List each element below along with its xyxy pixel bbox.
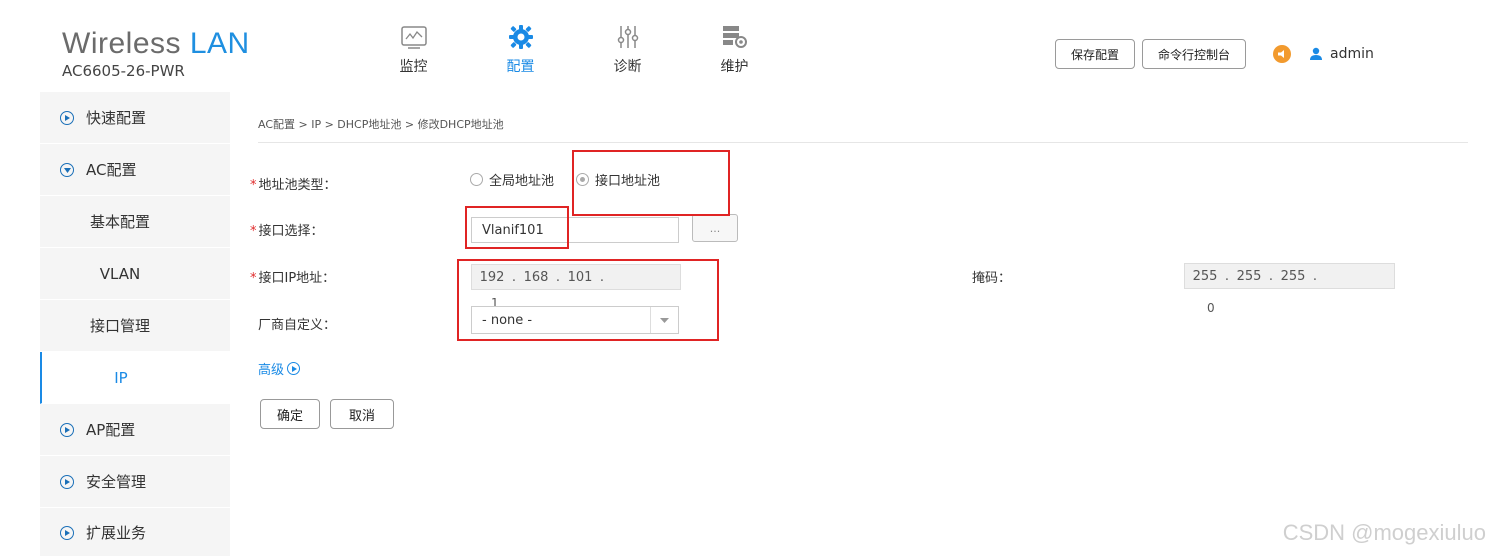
cancel-button[interactable]: 取消 <box>330 399 394 429</box>
main-content: AC配置 > IP > DHCP地址池 > 修改DHCP地址池 * 地址池类型： … <box>230 92 1470 556</box>
sidebar-item-label: 安全管理 <box>86 473 147 491</box>
mask-dot: . <box>1224 268 1230 284</box>
mask-octet-3: 255 <box>1280 268 1306 284</box>
required-mark: * <box>250 271 257 286</box>
brand-title: Wireless LAN <box>62 28 250 60</box>
notification-icon[interactable] <box>1273 45 1292 63</box>
monitor-icon <box>360 22 467 52</box>
sidebar-item-label: 扩展业务 <box>86 524 147 542</box>
interface-label: * 接口选择： <box>250 220 324 239</box>
brand-title-accent: LAN <box>189 27 250 60</box>
nav-monitor-label: 监控 <box>399 59 428 75</box>
radio-button <box>470 173 483 186</box>
watermark: CSDN @mogexiuluo <box>1282 520 1486 545</box>
required-mark: * <box>250 178 257 193</box>
sidebar-item-interface-mgmt[interactable]: 接口管理 <box>40 300 230 352</box>
username: admin <box>1330 46 1374 62</box>
nav-diagnose-label: 诊断 <box>613 59 642 75</box>
advanced-toggle[interactable]: 高级 <box>258 359 301 378</box>
cli-console-button[interactable]: 命令行控制台 <box>1142 39 1247 69</box>
device-model: AC6605-26-PWR <box>62 62 185 80</box>
brand: Wireless LAN AC6605-26-PWR <box>62 28 250 81</box>
nav-config-label: 配置 <box>506 59 535 75</box>
sliders-icon <box>574 22 681 52</box>
sidebar-item-label: 快速配置 <box>86 109 147 127</box>
brand-title-main: Wireless <box>62 27 190 60</box>
ok-button[interactable]: 确定 <box>260 399 320 429</box>
interface-label-text: 接口选择： <box>258 224 324 239</box>
mask-label: 掩码： <box>972 271 1012 286</box>
breadcrumb: AC配置 > IP > DHCP地址池 > 修改DHCP地址池 <box>258 118 504 131</box>
highlight-box-pool-type <box>572 150 730 216</box>
sidebar-item-extension[interactable]: 扩展业务 <box>40 508 230 556</box>
sidebar-item-vlan[interactable]: VLAN <box>40 248 230 300</box>
expand-icon <box>60 110 74 125</box>
expand-icon <box>287 362 301 375</box>
nav-config[interactable]: 配置 <box>467 22 574 76</box>
sidebar-item-label: AP配置 <box>86 421 136 439</box>
advanced-label: 高级 <box>258 363 285 378</box>
user-menu[interactable]: admin <box>1309 46 1374 62</box>
ip-label-text: 接口IP地址： <box>258 271 336 286</box>
sidebar-item-quick-config[interactable]: 快速配置 <box>40 92 230 144</box>
top-header: Wireless LAN AC6605-26-PWR 监控 配置 诊断 维护 保… <box>0 0 1494 92</box>
expand-icon <box>60 422 74 437</box>
mask-octet-4: 0 <box>1207 301 1215 315</box>
nav-monitor[interactable]: 监控 <box>360 22 467 76</box>
sidebar-item-security[interactable]: 安全管理 <box>40 456 230 508</box>
radio-global-pool-label: 全局地址池 <box>489 174 555 189</box>
highlight-box-interface <box>465 206 569 249</box>
nav-maintain[interactable]: 维护 <box>681 22 788 76</box>
sidebar-item-ap-config[interactable]: AP配置 <box>40 404 230 456</box>
divider <box>258 142 1468 143</box>
maintenance-icon <box>681 22 788 52</box>
ip-label: * 接口IP地址： <box>250 267 335 286</box>
nav-maintain-label: 维护 <box>720 59 749 75</box>
save-config-button[interactable]: 保存配置 <box>1055 39 1136 69</box>
header-actions: 保存配置 命令行控制台 admin <box>1055 39 1374 69</box>
expand-icon <box>60 525 74 540</box>
sidebar-item-label: AC配置 <box>86 161 137 179</box>
user-icon <box>1310 47 1323 60</box>
expand-icon <box>60 474 74 489</box>
mask-input[interactable]: 255. 255. 255. <box>1184 263 1395 289</box>
pool-type-label: * 地址池类型： <box>250 174 337 193</box>
sidebar-item-ac-config[interactable]: AC配置 <box>40 144 230 196</box>
highlight-box-ip-vendor <box>457 259 719 341</box>
sidebar: 快速配置 AC配置 基本配置 VLAN 接口管理 IP AP配置 安全管理 扩展… <box>40 92 230 556</box>
vendor-label: 厂商自定义： <box>258 318 337 333</box>
mask-octet-2: 255 <box>1236 268 1262 284</box>
browse-interface-button[interactable]: ... <box>692 214 738 242</box>
radio-global-pool[interactable]: 全局地址池 <box>470 170 554 189</box>
mask-octet-1: 255 <box>1192 268 1218 284</box>
sidebar-item-basic-config[interactable]: 基本配置 <box>40 196 230 248</box>
collapse-icon <box>60 162 74 177</box>
mask-dot: . <box>1312 268 1318 284</box>
pool-type-label-text: 地址池类型： <box>258 178 337 193</box>
sidebar-item-ip[interactable]: IP <box>40 352 230 404</box>
required-mark: * <box>250 224 257 239</box>
main-nav: 监控 配置 诊断 维护 <box>360 22 788 76</box>
mask-dot: . <box>1268 268 1274 284</box>
nav-diagnose[interactable]: 诊断 <box>574 22 681 76</box>
gear-icon <box>467 22 574 52</box>
